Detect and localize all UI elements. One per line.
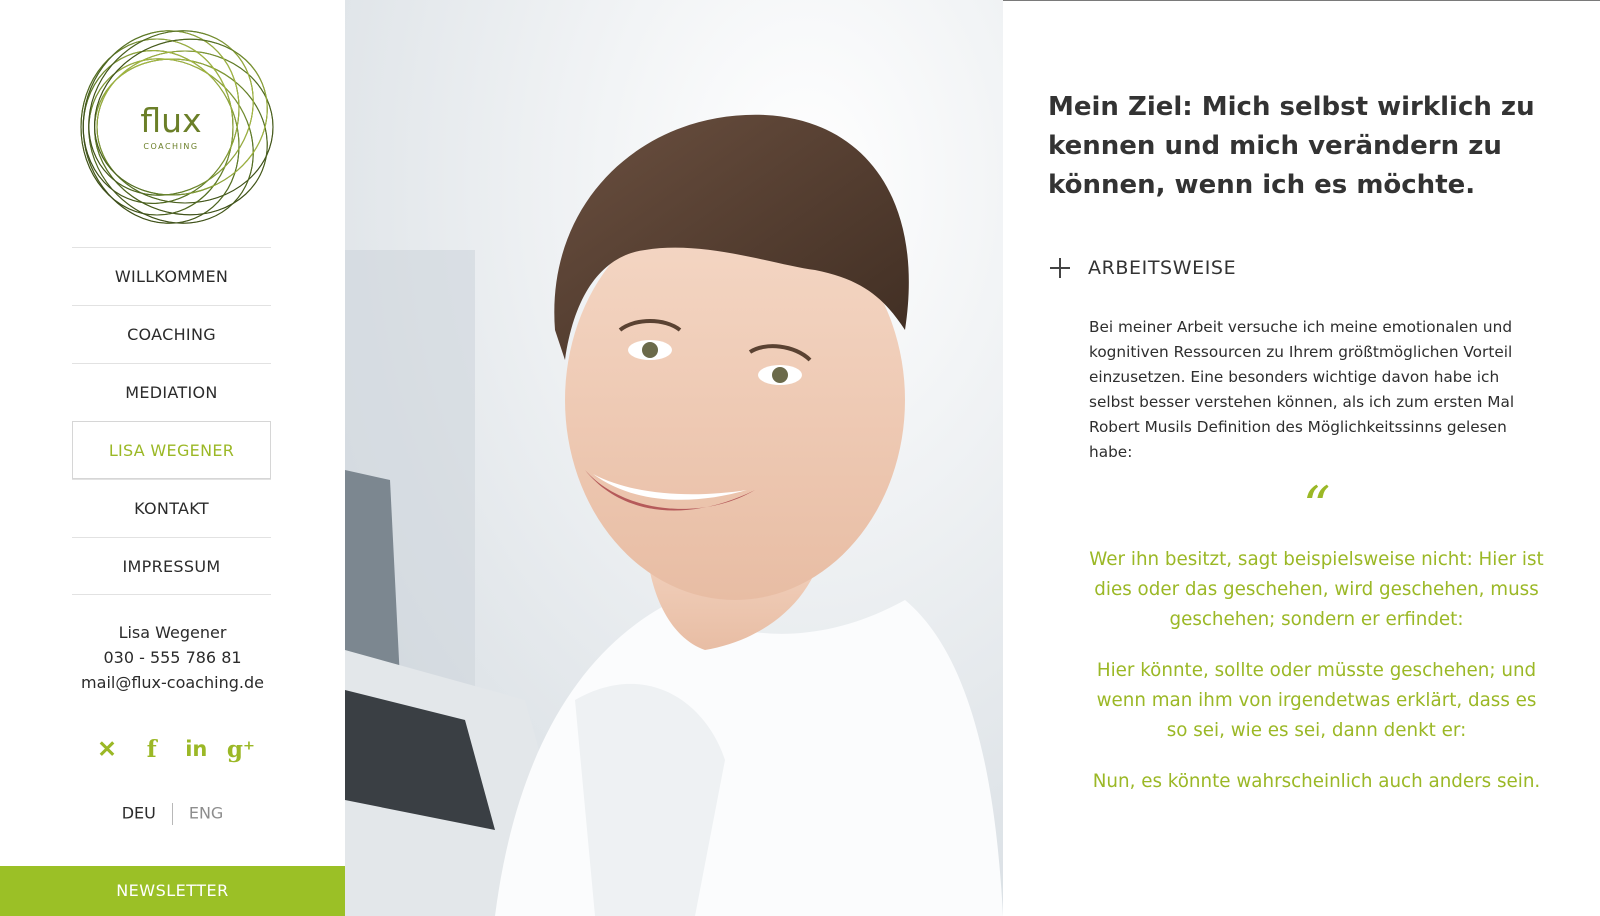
- nav-item-kontakt[interactable]: KONTAKT: [72, 479, 271, 537]
- page-headline: Mein Ziel: Mich selbst wirklich zu kenne…: [1048, 92, 1535, 200]
- portrait-photo: [345, 0, 1003, 916]
- quote-mark-icon: “: [1302, 475, 1331, 538]
- linkedin-icon[interactable]: in: [179, 737, 213, 761]
- plus-icon: [1048, 256, 1072, 280]
- google-plus-icon[interactable]: g⁺: [224, 736, 258, 763]
- xing-icon[interactable]: ✕: [90, 736, 124, 763]
- lang-divider: [171, 803, 173, 825]
- quote-paragraph-3: Nun, es könnte wahrscheinlich auch ander…: [1092, 771, 1541, 792]
- logo-graphic: flux COACHING: [80, 30, 274, 224]
- nav-item-impressum[interactable]: IMPRESSUM: [72, 537, 271, 595]
- contact-block: Lisa Wegener 030 - 555 786 81 mail@flux-…: [0, 620, 345, 695]
- nav-item-coaching[interactable]: COACHING: [72, 305, 271, 363]
- newsletter-button[interactable]: NEWSLETTER: [0, 866, 345, 916]
- lang-eng[interactable]: ENG: [189, 804, 223, 823]
- portrait-illustration: [345, 0, 1003, 916]
- nav-item-mediation[interactable]: MEDIATION: [72, 363, 271, 421]
- contact-name: Lisa Wegener: [118, 623, 227, 642]
- section-title: ARBEITSWEISE: [1088, 257, 1237, 279]
- sidebar: flux COACHING WILLKOMMEN COACHING MEDIAT…: [0, 0, 345, 916]
- accordion-arbeitsweise[interactable]: ARBEITSWEISE: [1048, 254, 1236, 282]
- quote-paragraph-2: Hier könnte, sollte oder müsste geschehe…: [1096, 660, 1537, 741]
- logo-subtitle: COACHING: [143, 142, 198, 151]
- page: flux COACHING WILLKOMMEN COACHING MEDIAT…: [0, 0, 1600, 916]
- body-paragraph: Bei meiner Arbeit versuche ich meine emo…: [1089, 318, 1515, 461]
- main-content: Mein Ziel: Mich selbst wirklich zu kenne…: [1003, 0, 1600, 916]
- musil-quote: Wer ihn besitzt, sagt beispielsweise nic…: [1089, 545, 1544, 818]
- contact-email-link[interactable]: mail@flux-coaching.de: [81, 673, 264, 692]
- nav-item-willkommen[interactable]: WILLKOMMEN: [72, 247, 271, 305]
- logo-wordmark: flux: [140, 101, 201, 140]
- lang-deu[interactable]: DEU: [122, 804, 156, 823]
- main-nav: WILLKOMMEN COACHING MEDIATION LISA WEGEN…: [72, 247, 271, 595]
- nav-item-lisa-wegener[interactable]: LISA WEGENER: [72, 421, 271, 479]
- contact-phone[interactable]: 030 - 555 786 81: [0, 645, 345, 670]
- quote-paragraph-1: Wer ihn besitzt, sagt beispielsweise nic…: [1089, 549, 1544, 630]
- language-switcher: DEU ENG: [0, 803, 345, 825]
- facebook-icon[interactable]: f: [135, 736, 169, 763]
- social-links: ✕ f in g⁺: [90, 732, 258, 766]
- flux-coaching-logo[interactable]: flux COACHING: [62, 22, 280, 232]
